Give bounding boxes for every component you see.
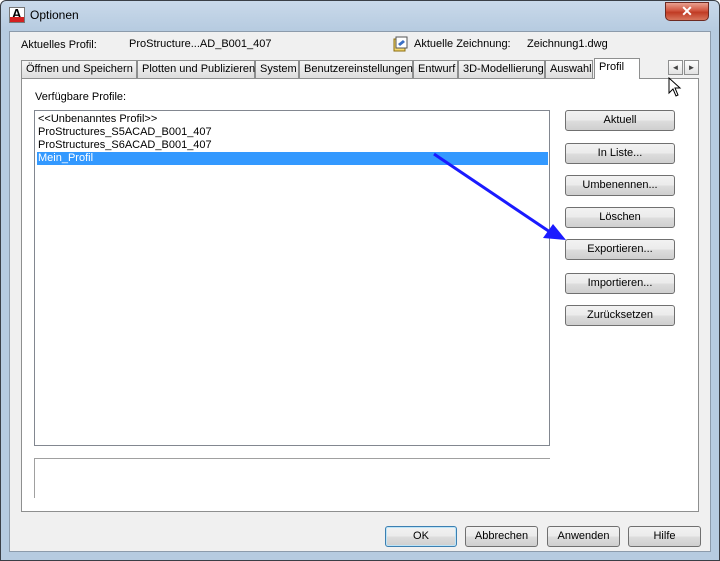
- tab-profile[interactable]: Profil: [594, 58, 640, 79]
- profile-description-box: [34, 458, 550, 498]
- title-bar[interactable]: A Optionen ✕: [1, 1, 719, 31]
- apply-button[interactable]: Anwenden: [547, 526, 620, 547]
- current-profile-label: Aktuelles Profil:: [21, 39, 97, 51]
- profile-list-item[interactable]: <<Unbenanntes Profil>>: [37, 113, 548, 126]
- mouse-cursor-icon: [668, 77, 682, 97]
- available-profiles-label: Verfügbare Profile:: [35, 91, 127, 103]
- tab-3d-modeling[interactable]: 3D-Modellierung: [458, 60, 545, 78]
- close-button[interactable]: ✕: [665, 2, 709, 21]
- tab-scroll-right-button[interactable]: ►: [684, 60, 699, 75]
- tab-user-settings[interactable]: Benutzereinstellungen: [299, 60, 413, 78]
- tab-system[interactable]: System: [255, 60, 299, 78]
- current-profile-value: ProStructure...AD_B001_407: [129, 38, 272, 50]
- export-button[interactable]: Exportieren...: [565, 239, 675, 260]
- tab-scroll-left-button[interactable]: ◄: [668, 60, 683, 75]
- profile-list-item-selected[interactable]: Mein_Profil: [37, 152, 548, 165]
- delete-button[interactable]: Löschen: [565, 207, 675, 228]
- profile-tab-panel: Verfügbare Profile: <<Unbenanntes Profil…: [21, 78, 699, 512]
- set-current-button[interactable]: Aktuell: [565, 110, 675, 131]
- autocad-app-icon: A: [9, 6, 25, 23]
- current-drawing-label: Aktuelle Zeichnung:: [414, 38, 511, 50]
- import-button[interactable]: Importieren...: [565, 273, 675, 294]
- cancel-button[interactable]: Abbrechen: [465, 526, 538, 547]
- profile-list-item[interactable]: ProStructures_S5ACAD_B001_407: [37, 126, 548, 139]
- reset-button[interactable]: Zurücksetzen: [565, 305, 675, 326]
- add-to-list-button[interactable]: In Liste...: [565, 143, 675, 164]
- help-button[interactable]: Hilfe: [628, 526, 701, 547]
- current-drawing-value: Zeichnung1.dwg: [527, 38, 608, 50]
- rename-button[interactable]: Umbenennen...: [565, 175, 675, 196]
- tab-drafting[interactable]: Entwurf: [413, 60, 458, 78]
- window-title: Optionen: [30, 8, 79, 22]
- ok-button[interactable]: OK: [385, 526, 457, 547]
- tab-open-save[interactable]: Öffnen und Speichern: [21, 60, 137, 78]
- drawing-file-icon: [393, 36, 408, 52]
- dialog-client-area: Aktuelles Profil: ProStructure...AD_B001…: [9, 31, 711, 552]
- profiles-listbox[interactable]: <<Unbenanntes Profil>> ProStructures_S5A…: [34, 110, 550, 446]
- options-dialog: A Optionen ✕ Aktuelles Profil: ProStruct…: [0, 0, 720, 561]
- tab-selection[interactable]: Auswahl: [545, 60, 593, 78]
- tab-plot-publish[interactable]: Plotten und Publizieren: [137, 60, 255, 78]
- profile-list-item[interactable]: ProStructures_S6ACAD_B001_407: [37, 139, 548, 152]
